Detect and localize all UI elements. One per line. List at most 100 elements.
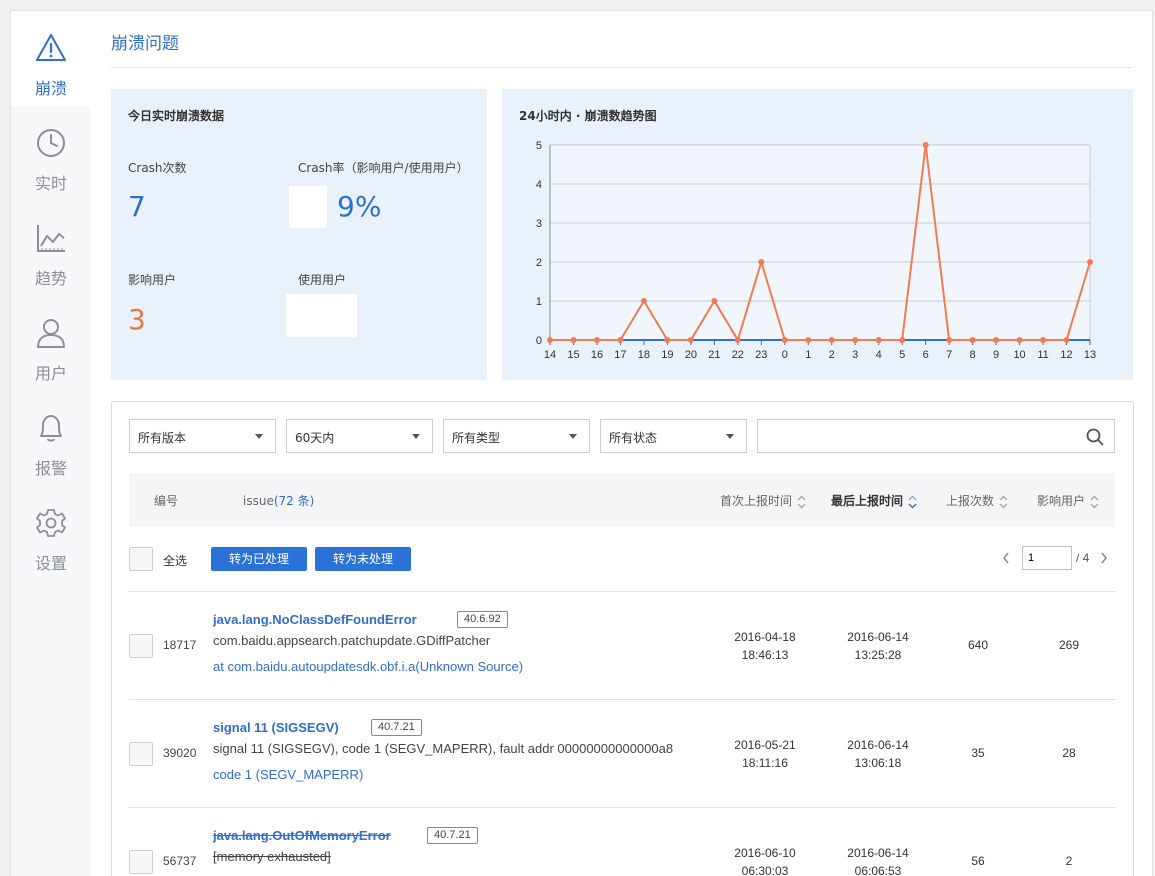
search-icon[interactable] bbox=[1086, 428, 1104, 446]
type-select[interactable]: 所有类型 bbox=[443, 419, 590, 453]
data-point bbox=[711, 298, 718, 304]
crash-count-value: 7 bbox=[128, 190, 146, 223]
x-tick-label: 16 bbox=[591, 349, 603, 361]
table-header: 编号 issue(72 条) 首次上报时间 最后上报时间 上报次数 影响用户 bbox=[129, 473, 1115, 527]
y-tick-label: 5 bbox=[536, 140, 542, 152]
caret-down-icon bbox=[726, 434, 734, 439]
version-select-value: 所有版本 bbox=[138, 431, 187, 445]
last-date: 2016-06-14 bbox=[847, 846, 909, 860]
header-users[interactable]: 影响用户 bbox=[1037, 492, 1099, 509]
mark-unprocessed-button[interactable]: 转为未处理 bbox=[315, 547, 411, 571]
row-users: 2 bbox=[1065, 854, 1073, 868]
chevron-right-icon[interactable] bbox=[1100, 552, 1108, 564]
header-first-time[interactable]: 首次上报时间 bbox=[720, 492, 806, 509]
page-input[interactable] bbox=[1022, 546, 1072, 570]
sidebar-item-users[interactable]: 用户 bbox=[11, 296, 91, 391]
clock-icon bbox=[37, 129, 65, 157]
x-tick-label: 8 bbox=[970, 349, 976, 361]
user-icon bbox=[37, 319, 65, 348]
sidebar-item-label: 崩溃 bbox=[34, 79, 67, 98]
row-checkbox[interactable] bbox=[129, 742, 153, 766]
header-last-time[interactable]: 最后上报时间 bbox=[831, 492, 917, 509]
x-tick-label: 3 bbox=[852, 349, 858, 361]
status-select-value: 所有状态 bbox=[609, 431, 658, 445]
caret-down-icon bbox=[255, 434, 263, 439]
data-point bbox=[617, 337, 624, 343]
x-tick-label: 11 bbox=[1037, 349, 1048, 361]
mark-processed-button[interactable]: 转为已处理 bbox=[211, 547, 307, 571]
row-checkbox[interactable] bbox=[129, 850, 153, 874]
row-title-link[interactable]: signal 11 (SIGSEGV) bbox=[213, 720, 339, 735]
first-date: 2016-05-21 bbox=[734, 738, 796, 752]
header-reports[interactable]: 上报次数 bbox=[946, 492, 1008, 509]
issues-card: 所有版本 60天内 所有类型 所有状态 编号 issue(72 条) 首次上报时… bbox=[111, 401, 1134, 876]
row-users: 269 bbox=[1058, 638, 1080, 652]
sidebar-item-trend[interactable]: 趋势 bbox=[11, 201, 91, 296]
sidebar-item-crash[interactable]: 崩溃 bbox=[11, 11, 91, 106]
sidebar-item-settings[interactable]: 设置 bbox=[11, 486, 91, 581]
data-point bbox=[993, 337, 1000, 343]
redacted-block bbox=[289, 186, 327, 228]
sidebar-item-label: 趋势 bbox=[34, 269, 67, 288]
redacted-block bbox=[286, 294, 357, 337]
sort-icon bbox=[999, 495, 1008, 508]
issue-count: (72 条) bbox=[273, 494, 315, 508]
version-select[interactable]: 所有版本 bbox=[129, 419, 276, 453]
search-box bbox=[757, 419, 1115, 453]
select-all-label: 全选 bbox=[163, 554, 188, 568]
row-title-link[interactable]: java.lang.NoClassDefFoundError bbox=[213, 612, 417, 627]
version-badge: 40.7.21 bbox=[427, 827, 478, 844]
row-stack-link[interactable]: at com.baidu.autoupdatesdk.obf.i.a(Unkno… bbox=[213, 659, 523, 674]
page-title: 崩溃问题 bbox=[111, 34, 179, 54]
search-input[interactable] bbox=[764, 426, 1074, 448]
chevron-left-icon[interactable] bbox=[1002, 552, 1010, 564]
last-date: 2016-06-14 bbox=[847, 738, 909, 752]
app-frame: 崩溃 实时 趋势 用户 报警 设置 崩溃问题 今日实时崩溃数据 Crash次数 … bbox=[10, 10, 1153, 876]
data-point bbox=[946, 337, 953, 343]
data-point bbox=[969, 337, 976, 343]
table-row[interactable]: 56737 java.lang.OutOfMemoryError 40.7.21… bbox=[129, 808, 1115, 876]
sort-icon bbox=[797, 495, 806, 508]
today-stats-panel: 今日实时崩溃数据 Crash次数 7 Crash率（影响用户/使用用户） 9% … bbox=[111, 89, 487, 380]
data-point bbox=[1040, 337, 1047, 343]
x-tick-label: 13 bbox=[1084, 349, 1096, 361]
sidebar-item-realtime[interactable]: 实时 bbox=[11, 106, 91, 201]
row-checkbox[interactable] bbox=[129, 634, 153, 658]
data-point bbox=[547, 337, 553, 343]
y-tick-label: 1 bbox=[536, 296, 542, 308]
data-point bbox=[640, 298, 647, 304]
first-time: 18:11:16 bbox=[742, 756, 788, 770]
version-badge: 40.7.21 bbox=[371, 719, 422, 736]
select-all-checkbox[interactable] bbox=[129, 547, 153, 571]
trend-chart-icon bbox=[37, 225, 65, 252]
last-time: 13:25:28 bbox=[854, 648, 902, 662]
row-stack-link[interactable]: code 1 (SEGV_MAPERR) bbox=[213, 767, 363, 782]
plot-area bbox=[550, 145, 1090, 340]
data-point bbox=[1063, 337, 1070, 343]
affected-users-value: 3 bbox=[128, 303, 146, 336]
last-date: 2016-06-14 bbox=[847, 630, 909, 644]
range-select[interactable]: 60天内 bbox=[286, 419, 433, 453]
row-users: 28 bbox=[1062, 746, 1076, 760]
crash-rate-value: 9% bbox=[337, 190, 382, 223]
table-row[interactable]: 39020 signal 11 (SIGSEGV) 40.7.21 signal… bbox=[129, 700, 1115, 808]
header-users-label: 影响用户 bbox=[1037, 494, 1086, 508]
x-tick-label: 1 bbox=[805, 349, 811, 361]
first-date: 2016-06-10 bbox=[734, 846, 796, 860]
first-time: 18:46:13 bbox=[741, 648, 789, 662]
x-tick-label: 21 bbox=[708, 349, 720, 361]
gear-icon bbox=[36, 509, 66, 537]
table-row[interactable]: 18717 java.lang.NoClassDefFoundError 40.… bbox=[129, 592, 1115, 700]
divider bbox=[111, 67, 1132, 68]
status-select[interactable]: 所有状态 bbox=[600, 419, 747, 453]
sidebar-item-alert[interactable]: 报警 bbox=[11, 391, 91, 486]
warning-icon bbox=[36, 34, 66, 61]
x-tick-label: 18 bbox=[638, 349, 650, 361]
sidebar: 崩溃 实时 趋势 用户 报警 设置 bbox=[11, 11, 91, 876]
row-title-link[interactable]: java.lang.OutOfMemoryError bbox=[213, 828, 391, 843]
header-id: 编号 bbox=[154, 494, 179, 508]
data-point bbox=[734, 337, 741, 343]
x-tick-label: 12 bbox=[1060, 349, 1072, 361]
data-point bbox=[570, 337, 577, 343]
trend-chart: 01234514 15 16 17 18 19 20 21 22 23 0 1 2 3 4 5 6 7 8 9 10 11… bbox=[536, 140, 1096, 361]
